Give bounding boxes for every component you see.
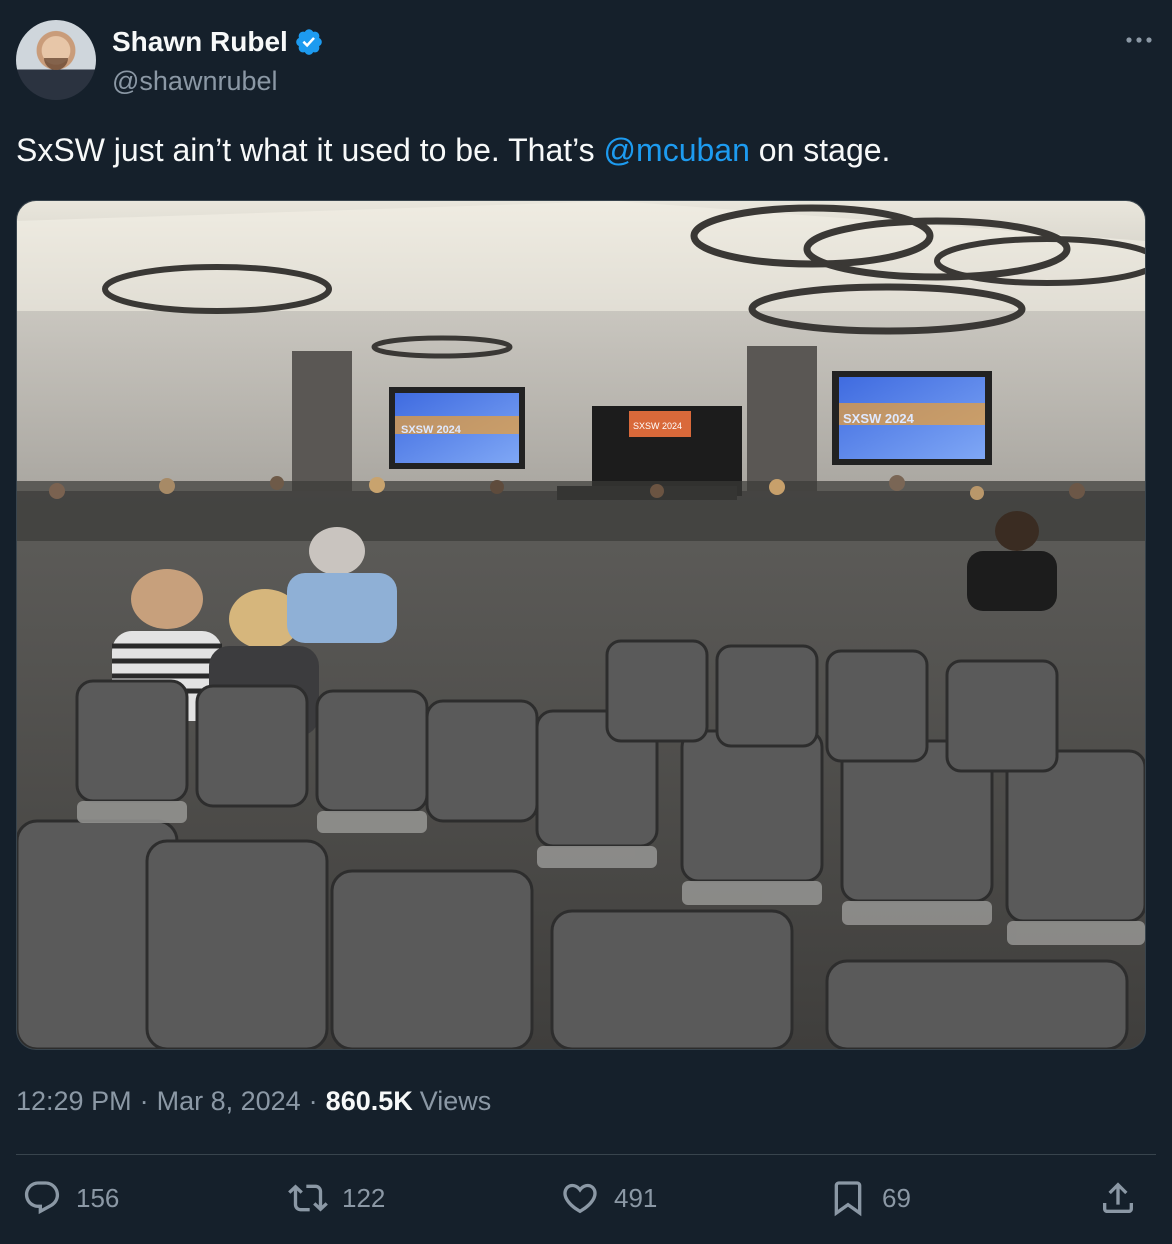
user-handle[interactable]: @shawnrubel bbox=[112, 66, 278, 97]
audience bbox=[17, 475, 1145, 541]
meta-separator: · bbox=[139, 1086, 149, 1116]
tweet-text-start: SxSW just ain’t what it used to be. That… bbox=[16, 132, 604, 168]
like-button[interactable]: 491 bbox=[560, 1178, 657, 1218]
display-name[interactable]: Shawn Rubel bbox=[112, 26, 288, 58]
repost-button[interactable]: 122 bbox=[288, 1178, 385, 1218]
right-screen-text: SXSW 2024 bbox=[843, 411, 915, 426]
action-bar: 156 122 491 69 bbox=[16, 1178, 1156, 1228]
tweet-header: Shawn Rubel @shawnrubel bbox=[16, 20, 1156, 100]
tweet-meta: 12:29 PM · Mar 8, 2024 · 860.5K Views bbox=[16, 1086, 491, 1117]
reply-button[interactable]: 156 bbox=[22, 1178, 119, 1218]
stage-banner-text: SXSW 2024 bbox=[633, 421, 682, 431]
share-button[interactable] bbox=[1098, 1178, 1152, 1218]
tweet-photo[interactable]: SXSW 2024 SXSW 2024 SXSW 2024 bbox=[16, 200, 1146, 1050]
bookmark-button[interactable]: 69 bbox=[828, 1178, 911, 1218]
bookmark-count: 69 bbox=[882, 1182, 911, 1213]
meta-separator: · bbox=[308, 1086, 318, 1116]
reply-count: 156 bbox=[76, 1182, 120, 1213]
tweet-text: SxSW just ain’t what it used to be. That… bbox=[16, 132, 890, 169]
avatar[interactable] bbox=[16, 20, 96, 100]
share-icon bbox=[1103, 1182, 1133, 1213]
conference-room-photo: SXSW 2024 SXSW 2024 SXSW 2024 bbox=[17, 201, 1145, 1049]
left-screen-text: SXSW 2024 bbox=[401, 424, 462, 436]
heart-icon bbox=[563, 1183, 597, 1214]
repost-icon bbox=[288, 1184, 328, 1212]
repost-count: 122 bbox=[342, 1182, 386, 1213]
reply-icon bbox=[24, 1181, 60, 1215]
views-label: Views bbox=[419, 1086, 492, 1116]
bookmark-icon bbox=[834, 1181, 862, 1217]
user-name-row: Shawn Rubel bbox=[112, 26, 324, 58]
avatar-detail bbox=[44, 58, 68, 70]
divider bbox=[16, 1154, 1156, 1155]
tweet-text-end: on stage. bbox=[749, 132, 891, 168]
views-count: 860.5K bbox=[325, 1086, 413, 1116]
more-options-icon[interactable] bbox=[1122, 28, 1156, 52]
tweet-date[interactable]: Mar 8, 2024 bbox=[157, 1086, 301, 1117]
verified-badge-icon[interactable] bbox=[294, 27, 324, 57]
tweet-time[interactable]: 12:29 PM bbox=[16, 1086, 132, 1117]
like-count: 491 bbox=[614, 1182, 658, 1213]
mention-link[interactable]: @mcuban bbox=[604, 132, 750, 168]
